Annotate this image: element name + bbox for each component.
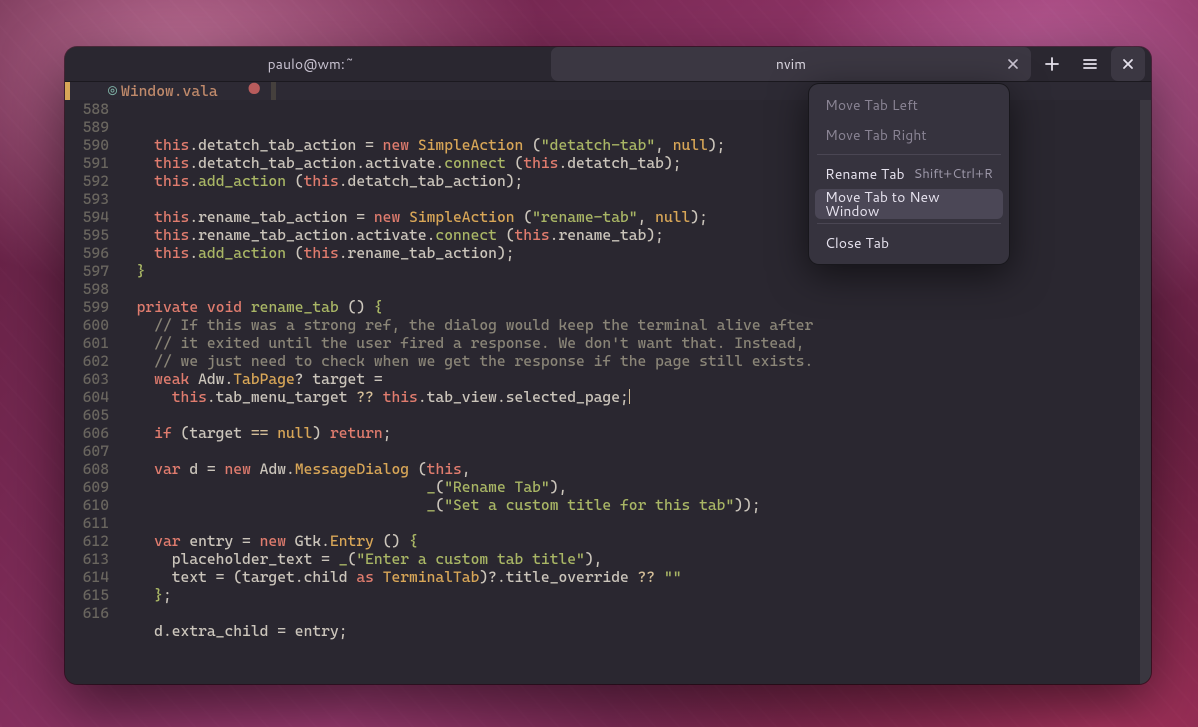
vala-filetype-icon: ⌾ <box>108 82 117 100</box>
tab-shell[interactable]: paulo@wm:~ <box>71 47 551 81</box>
menu-item-label: Move Tab Left <box>825 98 918 112</box>
menu-item-move-tab-left: Move Tab Left <box>815 90 1003 120</box>
menu-item-label: Move Tab to New Window <box>825 190 993 218</box>
headerbar: paulo@wm:~ nvim <box>65 47 1151 82</box>
menu-item-move-tab-right: Move Tab Right <box>815 120 1003 150</box>
tabline-indicator <box>65 82 70 100</box>
tab-close-icon[interactable] <box>1003 54 1023 74</box>
menu-separator <box>817 223 1001 224</box>
line-number-gutter: 5885895905915925935945955965975985996006… <box>65 100 113 684</box>
menu-item-label: Close Tab <box>825 236 889 250</box>
tab-context-menu: Move Tab Left Move Tab Right Rename Tab Shi… <box>808 83 1010 265</box>
nvim-buffer-name: Window.vala <box>121 82 218 100</box>
hamburger-menu-button[interactable] <box>1073 47 1107 81</box>
window-close-button[interactable] <box>1111 47 1145 81</box>
menu-item-close-tab[interactable]: Close Tab <box>815 228 1003 258</box>
tab-nvim[interactable]: nvim <box>551 47 1031 81</box>
tabline-separator <box>271 82 276 100</box>
tab-title: nvim <box>776 57 806 71</box>
menu-item-accelerator: Shift+Ctrl+R <box>914 168 993 181</box>
menu-item-label: Rename Tab <box>825 167 905 181</box>
menu-item-move-tab-to-new-window[interactable]: Move Tab to New Window <box>815 189 1003 219</box>
menu-separator <box>817 154 1001 155</box>
scrollbar-track[interactable] <box>1140 100 1151 684</box>
tab-bar: paulo@wm:~ nvim <box>71 47 1031 81</box>
menu-item-label: Move Tab Right <box>825 128 927 142</box>
new-tab-button[interactable] <box>1035 47 1069 81</box>
tab-title: paulo@wm:~ <box>268 57 355 71</box>
terminal-window: paulo@wm:~ nvim ⌾ Window.vala ● <box>65 47 1151 684</box>
menu-item-rename-tab[interactable]: Rename Tab Shift+Ctrl+R <box>815 159 1003 189</box>
